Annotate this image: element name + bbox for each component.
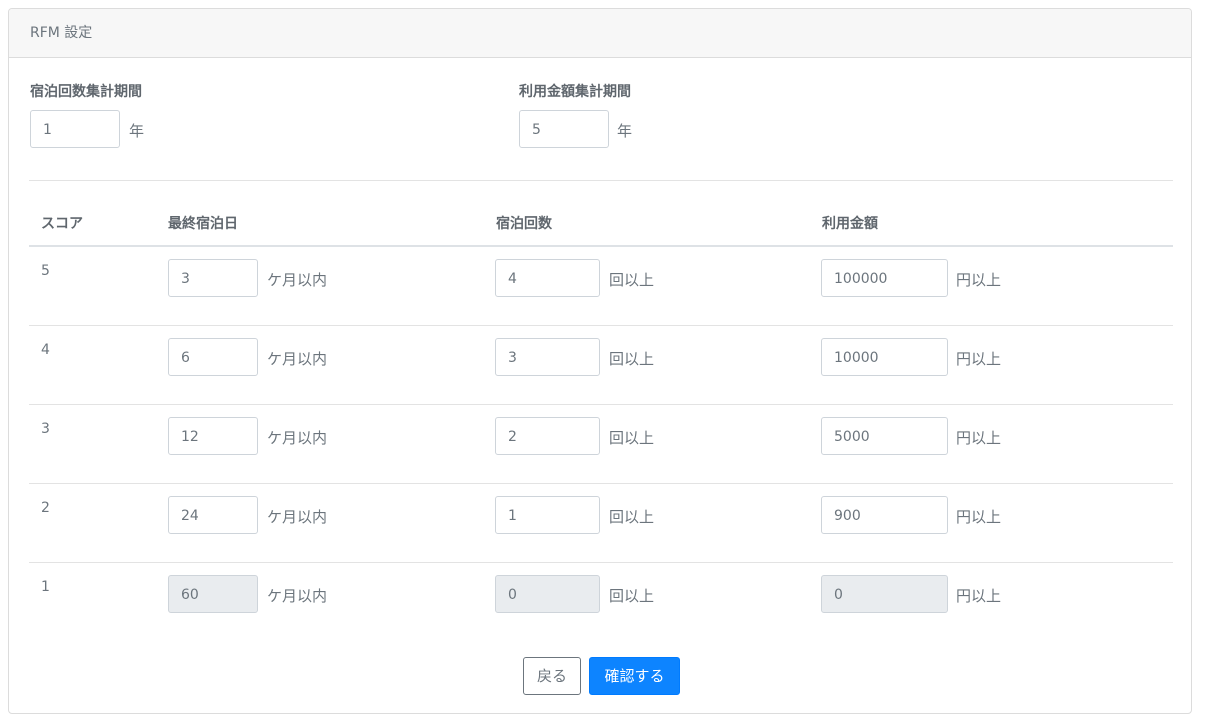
frequency-unit: 回以上 xyxy=(609,350,655,368)
frequency-input-disabled: 0 xyxy=(495,575,600,613)
th-monetary: 利用金額 xyxy=(822,216,878,232)
frequency-unit: 回以上 xyxy=(609,271,655,289)
row-score: 1 xyxy=(41,579,50,595)
recency-input-disabled: 60 xyxy=(168,575,258,613)
frequency-input[interactable]: 3 xyxy=(495,338,600,376)
monetary-unit: 円以上 xyxy=(956,429,1002,447)
monetary-input[interactable]: 100000 xyxy=(821,259,948,297)
row-divider xyxy=(29,562,1173,563)
row-divider xyxy=(29,404,1173,405)
recency-input[interactable]: 24 xyxy=(168,496,258,534)
frequency-input[interactable]: 1 xyxy=(495,496,600,534)
row-divider xyxy=(29,483,1173,484)
frequency-unit: 回以上 xyxy=(609,429,655,447)
amount-period-unit: 年 xyxy=(617,122,633,140)
confirm-button[interactable]: 確認する xyxy=(589,657,680,695)
monetary-unit: 円以上 xyxy=(956,508,1002,526)
stay-period-unit: 年 xyxy=(129,122,145,140)
rfm-settings-card: RFM 設定 宿泊回数集計期間 1 年 利用金額集計期間 5 年 スコア 最終宿… xyxy=(8,8,1192,714)
monetary-unit: 円以上 xyxy=(956,587,1002,605)
th-recency: 最終宿泊日 xyxy=(168,216,238,232)
card-title: RFM 設定 xyxy=(30,25,93,41)
recency-unit: ケ月以内 xyxy=(267,508,328,526)
stay-period-label: 宿泊回数集計期間 xyxy=(30,84,142,100)
row-divider xyxy=(29,325,1173,326)
frequency-input[interactable]: 2 xyxy=(495,417,600,455)
recency-input[interactable]: 3 xyxy=(168,259,258,297)
monetary-input[interactable]: 900 xyxy=(821,496,948,534)
amount-period-label: 利用金額集計期間 xyxy=(519,84,631,100)
table-header-divider xyxy=(29,245,1173,247)
monetary-input-disabled: 0 xyxy=(821,575,948,613)
recency-unit: ケ月以内 xyxy=(267,587,328,605)
row-score: 3 xyxy=(41,421,50,437)
frequency-unit: 回以上 xyxy=(609,587,655,605)
frequency-unit: 回以上 xyxy=(609,508,655,526)
recency-unit: ケ月以内 xyxy=(267,350,328,368)
th-score: スコア xyxy=(41,216,83,232)
row-score: 4 xyxy=(41,342,50,358)
section-divider xyxy=(29,180,1173,181)
stay-period-input[interactable]: 1 xyxy=(30,110,120,148)
recency-unit: ケ月以内 xyxy=(267,271,328,289)
recency-unit: ケ月以内 xyxy=(267,429,328,447)
card-header: RFM 設定 xyxy=(9,9,1191,58)
recency-input[interactable]: 6 xyxy=(168,338,258,376)
monetary-input[interactable]: 5000 xyxy=(821,417,948,455)
row-score: 2 xyxy=(41,500,50,516)
frequency-input[interactable]: 4 xyxy=(495,259,600,297)
th-frequency: 宿泊回数 xyxy=(496,216,552,232)
recency-input[interactable]: 12 xyxy=(168,417,258,455)
monetary-unit: 円以上 xyxy=(956,350,1002,368)
amount-period-input[interactable]: 5 xyxy=(519,110,609,148)
monetary-input[interactable]: 10000 xyxy=(821,338,948,376)
back-button[interactable]: 戻る xyxy=(523,657,581,695)
row-score: 5 xyxy=(41,263,50,279)
monetary-unit: 円以上 xyxy=(956,271,1002,289)
